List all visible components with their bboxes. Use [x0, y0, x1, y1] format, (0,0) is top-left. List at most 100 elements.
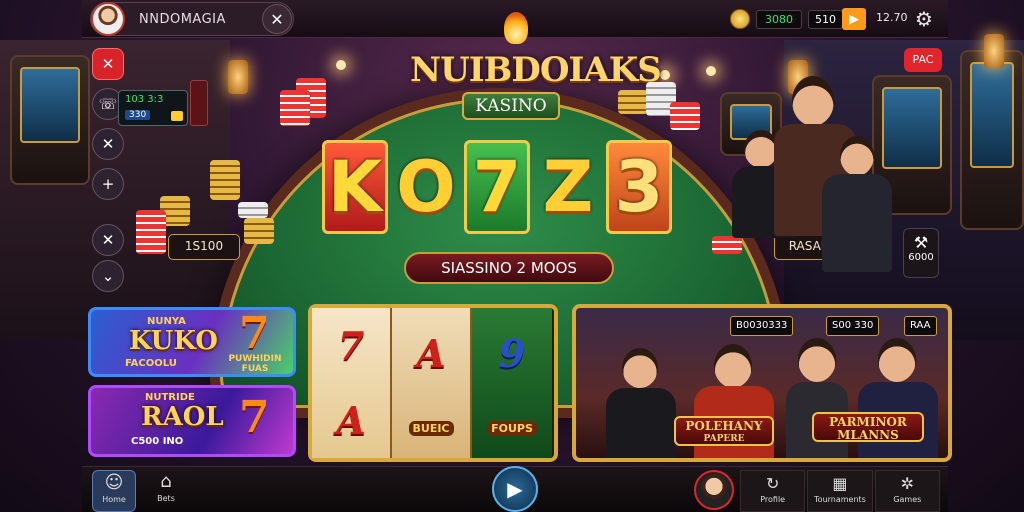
home-icon: ⌂ [160, 471, 172, 492]
big-letters: K O 7 Z 3 [322, 140, 672, 234]
lucky-seven-icon: 7 [239, 392, 270, 443]
reel-symbol-tag: FOUPS [487, 420, 537, 436]
wall-lamp-left [228, 60, 248, 94]
nav-home[interactable]: ☺ Home [92, 470, 136, 512]
close-icon[interactable]: ✕ [262, 4, 292, 34]
logo-sub: KASINO [462, 92, 560, 120]
nav-home-label: Home [102, 495, 126, 504]
user-icon: ☺ [104, 472, 124, 493]
ceiling-light [336, 60, 346, 70]
tools-value: 6000 [908, 252, 934, 263]
reel: A BUEIC [392, 308, 472, 458]
promo-pill[interactable]: SIASSINO 2 MOOS [404, 252, 614, 284]
flame-icon [504, 12, 528, 44]
player-figure [786, 338, 848, 458]
logo-title: NUIBDOIAKS [410, 50, 662, 90]
letter-tile: Z [542, 146, 594, 228]
banner-stat: B0030333 [730, 316, 794, 336]
coin-icon [171, 111, 183, 121]
balance-white: 510 [808, 9, 843, 29]
slot-reels[interactable]: 7 A A BUEIC 9 FOUPS [308, 304, 558, 462]
slot-machine-right-2 [960, 50, 1024, 230]
boost-icon[interactable]: ▶ [842, 8, 866, 30]
banner-stat: RAA [904, 316, 937, 336]
nav-profile[interactable]: ↻ Profile [740, 470, 806, 512]
reel-symbol-tag: BUEIC [408, 420, 454, 436]
reel-symbol: A [336, 398, 366, 443]
balance-display: 3080 510 [730, 8, 843, 30]
gear-icon[interactable]: ⚙ [912, 7, 936, 31]
chip-stack [244, 218, 274, 244]
reel-symbol: 9 [498, 330, 526, 376]
game-lobby: NNDOMAGIA ✕ 3080 510 ▶ 12.70 ⚙ ✕ ☏ 103 3… [0, 0, 1024, 512]
coin-icon [730, 9, 750, 29]
jackpot-mini: 103 3:3 330 [118, 90, 188, 126]
user-name: NNDOMAGIA [139, 11, 226, 27]
card-badge: PUWHIDIN FUAS [228, 354, 282, 374]
tournament-banner[interactable]: B0030333 S00 330 RAA POLEHANY PAPERE PAR… [572, 304, 952, 462]
refresh-icon: ↻ [765, 474, 780, 493]
slot-machine-left [10, 55, 90, 185]
reel: 7 A [312, 308, 392, 458]
letter-tile: 3 [606, 140, 672, 234]
grid-icon: ▦ [832, 474, 848, 493]
letter-tile: O [396, 146, 456, 228]
ceiling-light [660, 70, 670, 80]
card-title: RAOL [141, 402, 224, 432]
balance-green: 3080 [756, 9, 802, 29]
banner-label-right-2: MLANNS [837, 428, 899, 442]
letter-tile: K [322, 140, 388, 234]
reel-symbol: A [416, 330, 446, 376]
banner-label-left-1: POLEHANY [685, 419, 763, 433]
plus-icon[interactable]: + [92, 168, 124, 200]
wall-lamp-right [984, 34, 1004, 68]
banner-label-left: POLEHANY PAPERE [674, 416, 774, 446]
bet-label: 1S100 [168, 234, 240, 260]
jackpot-top: 103 3:3 [125, 94, 164, 105]
letter-tile: 7 [464, 140, 530, 234]
chip-stack [136, 210, 166, 254]
user-avatar[interactable] [91, 2, 125, 36]
nav-games[interactable]: ✲ Games [874, 470, 940, 512]
jackpot-bottom: 330 [125, 110, 151, 120]
chip-stack [210, 160, 240, 200]
play-button[interactable]: ▶ [492, 466, 538, 512]
wrench-icon: ⚒ [913, 233, 929, 252]
lucky-seven-icon: 7 [239, 308, 270, 359]
reel-symbol: 7 [337, 323, 365, 368]
nav-grid: ↻ Profile ▦ Tournaments ✲ Games [740, 470, 940, 512]
banner-label-left-2: PAPERE [703, 434, 745, 444]
chip-stack [670, 102, 700, 130]
player-figure [858, 338, 938, 458]
game-card-raol[interactable]: NUTRIDE RAOL C500 INO 7 [88, 385, 296, 457]
chip-stack [238, 202, 268, 218]
banner-stat: S00 330 [826, 316, 880, 336]
card-sub: C500 INO [131, 436, 184, 447]
tools-button[interactable]: ⚒ 6000 [903, 228, 939, 278]
close-icon[interactable]: ✕ [92, 128, 124, 160]
level-value: 12.70 [876, 11, 908, 24]
nav-tournaments[interactable]: ▦ Tournaments [807, 470, 873, 512]
reel: 9 FOUPS [472, 308, 552, 458]
dealer-figure [820, 136, 894, 272]
nav-bets-label: Bets [157, 494, 175, 503]
chevron-down-icon[interactable]: ⌄ [92, 260, 124, 292]
nav-profile-avatar[interactable] [694, 470, 734, 510]
game-card-kuko[interactable]: NUNYA KUKO FACOOLU 7 PUWHIDIN FUAS [88, 307, 296, 377]
side-tag [190, 80, 208, 126]
nav-profile-label: Profile [760, 495, 786, 504]
no-sound-button[interactable]: ✕ [92, 48, 124, 80]
close-icon[interactable]: ✕ [92, 224, 124, 256]
gear-icon: ✲ [900, 474, 915, 493]
banner-label-right: PARMINOR MLANNS [812, 412, 924, 442]
chip-stack [280, 90, 310, 126]
nav-games-label: Games [893, 495, 922, 504]
nav-bets[interactable]: ⌂ Bets [144, 470, 188, 512]
chip-stack [618, 90, 648, 114]
ceiling-light [706, 66, 716, 76]
card-sub: FACOOLU [125, 358, 177, 369]
card-title: KUKO [129, 326, 218, 356]
nav-tournaments-label: Tournaments [814, 495, 866, 504]
player-figure [606, 348, 676, 458]
pac-button[interactable]: PAC [904, 48, 942, 72]
